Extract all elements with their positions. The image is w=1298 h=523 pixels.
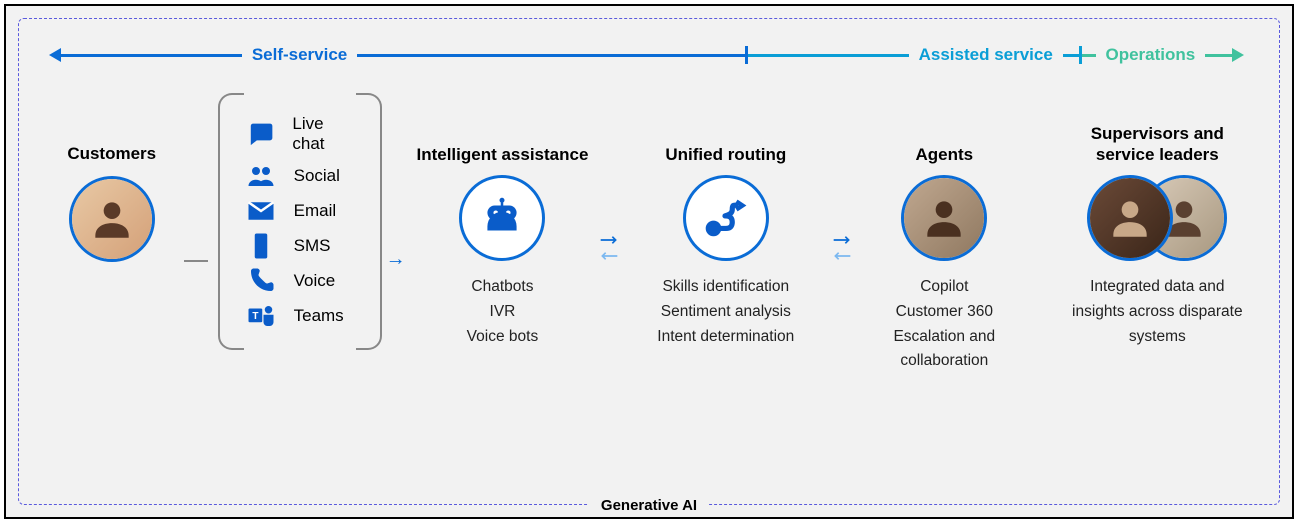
routing-icon [701, 193, 751, 243]
arrow-right-icon [832, 233, 852, 247]
agent-photo [901, 175, 987, 261]
channel-label: SMS [294, 236, 331, 256]
intelligent-items: Chatbots IVR Voice bots [467, 275, 539, 349]
chat-icon [246, 121, 275, 147]
channel-label: Email [294, 201, 337, 221]
routing-title: Unified routing [665, 121, 786, 165]
channel-label: Social [294, 166, 340, 186]
channel-label: Live chat [292, 114, 357, 154]
arrow-right-small-icon: → [386, 248, 406, 271]
arrow-right-icon [1232, 48, 1244, 62]
bot-icon-circle [459, 175, 545, 261]
diagram-container: Self-service Assisted service Operations… [18, 18, 1280, 505]
supervisor-photos [1087, 175, 1227, 261]
timeline-self-service: Self-service [49, 45, 748, 65]
channel-label: Voice [294, 271, 336, 291]
arrow-right-icon [599, 233, 619, 247]
generative-ai-label: Generative AI [589, 497, 709, 514]
customer-photo [69, 176, 155, 262]
social-icon [246, 163, 276, 189]
person-icon [1090, 178, 1170, 258]
channel-social: Social [246, 163, 358, 189]
bidirectional-arrow [832, 233, 852, 263]
supervisors-column: Supervisors and service leaders Integrat… [1066, 121, 1249, 349]
customers-column: Customers [49, 143, 174, 276]
timeline: Self-service Assisted service Operations [49, 37, 1249, 73]
customers-title: Customers [67, 143, 156, 164]
intelligent-column: Intelligent assistance Chatbots IVR Voic… [416, 121, 590, 349]
timeline-label-self-service: Self-service [242, 45, 357, 65]
diagram-frame: Self-service Assisted service Operations… [4, 4, 1294, 519]
timeline-label-assisted: Assisted service [909, 45, 1063, 65]
supervisors-description: Integrated data and insights across disp… [1066, 275, 1249, 349]
teams-icon: T [246, 303, 276, 329]
bidirectional-arrow [599, 233, 619, 263]
channel-live-chat: Live chat [246, 114, 358, 154]
svg-text:T: T [252, 311, 258, 322]
sms-icon [246, 233, 276, 259]
arrow-left-icon [832, 249, 852, 263]
agents-title: Agents [916, 121, 974, 165]
arrow-left-icon [49, 48, 61, 62]
timeline-operations: Operations [1082, 45, 1249, 65]
channels-column: Live chat Social Email SMS Voice [218, 93, 376, 350]
timeline-label-operations: Operations [1096, 45, 1206, 65]
routing-items: Skills identification Sentiment analysis… [657, 275, 794, 349]
channel-sms: SMS [246, 233, 358, 259]
bot-icon [477, 193, 527, 243]
routing-column: Unified routing Skills identification Se… [629, 121, 822, 349]
connector-line [184, 260, 207, 262]
agents-items: Copilot Customer 360 Escalation and coll… [862, 275, 1026, 374]
supervisors-title: Supervisors and service leaders [1066, 121, 1249, 165]
supervisor-photo-1 [1087, 175, 1173, 261]
channel-teams: T Teams [246, 303, 358, 329]
channel-voice: Voice [246, 268, 358, 294]
person-icon [904, 178, 984, 258]
email-icon [246, 198, 276, 224]
voice-icon [246, 268, 276, 294]
agents-column: Agents Copilot Customer 360 Escalation a… [862, 121, 1026, 374]
content-row: Customers Live chat Social [49, 93, 1249, 474]
intelligent-title: Intelligent assistance [416, 121, 588, 165]
arrow-left-icon [599, 249, 619, 263]
timeline-assisted-service: Assisted service [748, 45, 1082, 65]
routing-icon-circle [683, 175, 769, 261]
channel-email: Email [246, 198, 358, 224]
channel-label: Teams [294, 306, 344, 326]
person-icon [72, 179, 152, 259]
